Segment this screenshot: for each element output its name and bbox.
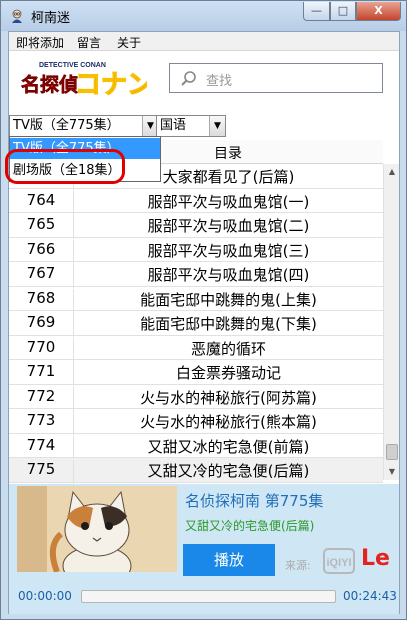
episode-table: 目录 763大家都看见了(后篇) 764服部平次与吸血鬼馆(一) 765服部平次… (9, 140, 399, 484)
row-num: 765 (26, 215, 56, 233)
iqiyi-icon[interactable]: iQIYI (323, 546, 355, 576)
row-title: 能面宅邸中跳舞的鬼(下集) (73, 313, 383, 337)
time-current: 00:00:00 (18, 589, 72, 603)
episode-title: 名侦探柯南 第775集 (185, 492, 324, 510)
table-row[interactable]: 767 服部平次与吸血鬼馆(四) (9, 262, 383, 288)
chevron-down-icon[interactable]: ▼ (209, 116, 225, 136)
row-title: 服部平次与吸血鬼馆(三) (73, 239, 383, 264)
conan-logo-image: DETECTIVE CONAN 名探偵 コナン (21, 62, 154, 101)
row-num: 773 (26, 411, 56, 429)
table-row[interactable]: 768 能面宅邸中跳舞的鬼(上集) (9, 287, 383, 313)
search-icon (181, 71, 196, 86)
annotation-highlight (5, 149, 125, 184)
search-box[interactable]: 查找 (169, 63, 383, 93)
minimize-button[interactable]: — (303, 2, 330, 21)
episode-thumbnail (17, 486, 177, 572)
scroll-up-icon[interactable]: ▲ (384, 164, 400, 180)
app-icon (12, 9, 22, 23)
version-select[interactable]: TV版（全775集） ▼ (9, 115, 159, 137)
row-num: 766 (26, 239, 56, 258)
progress-bar[interactable] (81, 590, 336, 603)
row-num: 775 (26, 460, 56, 478)
table-row[interactable]: 771 白金票券骚动记 (9, 360, 383, 386)
svg-text:名探偵: 名探偵 (21, 73, 78, 96)
play-button[interactable]: 播放 (183, 544, 275, 576)
row-num: 769 (26, 313, 56, 331)
menu-about[interactable]: 关于 (117, 34, 141, 51)
row-title: 又甜又冰的宅急便(前篇) (73, 435, 383, 460)
time-total: 00:24:43 (343, 589, 397, 603)
row-num: 768 (26, 288, 56, 307)
row-num: 772 (26, 386, 56, 405)
row-title: 能面宅邸中跳舞的鬼(上集) (73, 288, 383, 313)
row-title: 火与水的神秘旅行(阿苏篇) (73, 386, 383, 411)
search-placeholder: 查找 (206, 74, 233, 89)
row-num: 767 (26, 264, 56, 282)
cat-thumbnail-image (17, 486, 177, 572)
row-num: 771 (26, 362, 56, 380)
close-button[interactable]: X (356, 2, 401, 21)
table-row[interactable]: 774 又甜又冰的宅急便(前篇) (9, 434, 383, 460)
app-window: 柯南迷 — □ X 即将添加 留言 关于 DETECTIVE CONAN 名探偵… (0, 0, 407, 620)
row-num: 774 (26, 435, 56, 454)
table-row[interactable]: 770 恶魔的循环 (9, 336, 383, 362)
conan-logo: DETECTIVE CONAN 名探偵 コナン (17, 57, 154, 101)
client-area: 即将添加 留言 关于 DETECTIVE CONAN 名探偵 コナン 查找 TV… (5, 31, 400, 614)
menu-message[interactable]: 留言 (77, 34, 101, 51)
row-title: 服部平次与吸血鬼馆(二) (73, 215, 383, 239)
iqiyi-label: iQIYI (326, 557, 351, 569)
table-row[interactable]: 765 服部平次与吸血鬼馆(二) (9, 213, 383, 239)
maximize-button[interactable]: □ (330, 2, 356, 21)
vertical-scrollbar[interactable]: ▲ ▼ (383, 164, 399, 480)
svg-text:DETECTIVE CONAN: DETECTIVE CONAN (39, 62, 106, 69)
menu-bar: 即将添加 留言 关于 (9, 32, 399, 51)
player-panel: 名侦探柯南 第775集 又甜又冷的宅急便(后篇) 播放 来源: iQIYI Le… (9, 484, 399, 614)
row-num: 770 (26, 337, 56, 356)
row-title: 又甜又冷的宅急便(后篇) (73, 460, 383, 484)
table-row-selected[interactable]: 775 又甜又冷的宅急便(后篇) (9, 458, 383, 484)
row-title: 服部平次与吸血鬼馆(一) (73, 190, 383, 215)
row-title: 白金票券骚动记 (73, 362, 383, 386)
table-row[interactable]: 764 服部平次与吸血鬼馆(一) (9, 189, 383, 215)
le-label: Le (361, 546, 390, 571)
table-row[interactable]: 772 火与水的神秘旅行(阿苏篇) (9, 385, 383, 411)
title-bar: 柯南迷 — □ X (1, 1, 406, 31)
source-label: 来源: (285, 559, 311, 572)
table-row[interactable]: 769 能面宅邸中跳舞的鬼(下集) (9, 311, 383, 337)
window-title: 柯南迷 (31, 11, 71, 26)
svg-text:コナン: コナン (75, 70, 147, 97)
menu-upcoming[interactable]: 即将添加 (16, 34, 64, 51)
row-title: 火与水的神秘旅行(熊本篇) (73, 411, 383, 435)
row-title: 服部平次与吸血鬼馆(四) (73, 264, 383, 288)
le-source-logo[interactable]: Le (361, 546, 390, 571)
row-num: 764 (26, 190, 56, 209)
table-row[interactable]: 773 火与水的神秘旅行(熊本篇) (9, 409, 383, 435)
table-row[interactable]: 766 服部平次与吸血鬼馆(三) (9, 238, 383, 264)
episode-subtitle: 又甜又冷的宅急便(后篇) (185, 519, 315, 533)
scroll-down-icon[interactable]: ▼ (384, 464, 400, 480)
scroll-thumb[interactable] (386, 444, 398, 460)
language-select-value: 国语 (160, 118, 187, 133)
row-title: 恶魔的循环 (73, 337, 383, 362)
language-select[interactable]: 国语 ▼ (156, 115, 226, 137)
version-select-value: TV版（全775集） (13, 118, 120, 133)
